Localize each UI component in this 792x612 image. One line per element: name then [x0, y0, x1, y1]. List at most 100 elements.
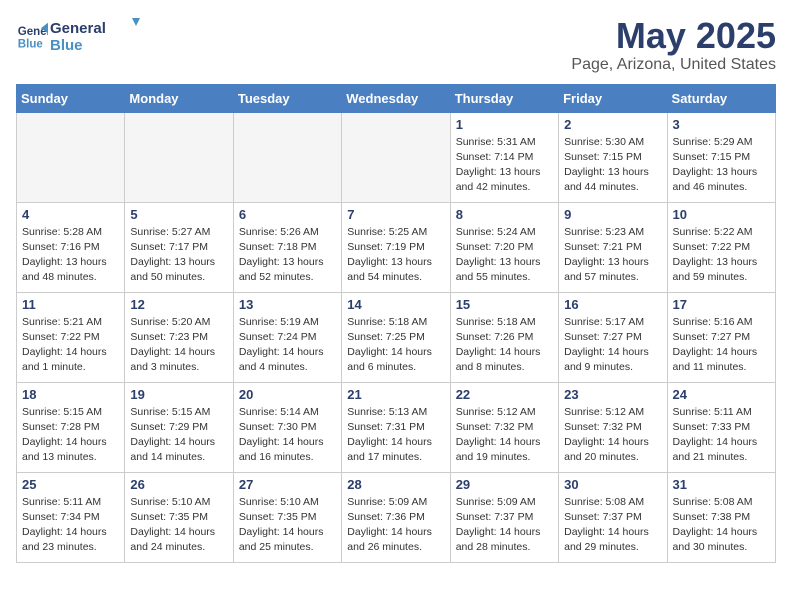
page-header: General Blue General Blue General Blue M… — [16, 16, 776, 74]
calendar-cell: 16 Sunrise: 5:17 AMSunset: 7:27 PMDayligh… — [559, 292, 667, 382]
day-number: 3 — [673, 117, 770, 132]
logo-wordmark: General Blue — [50, 16, 140, 58]
calendar-cell: 2 Sunrise: 5:30 AMSunset: 7:15 PMDaylight… — [559, 112, 667, 202]
calendar-cell: 27 Sunrise: 5:10 AMSunset: 7:35 PMDayligh… — [233, 472, 341, 562]
day-number: 6 — [239, 207, 336, 222]
day-number: 22 — [456, 387, 553, 402]
calendar-cell: 15 Sunrise: 5:18 AMSunset: 7:26 PMDayligh… — [450, 292, 558, 382]
day-info: Sunrise: 5:18 AMSunset: 7:25 PMDaylight:… — [347, 315, 444, 376]
calendar-cell — [233, 112, 341, 202]
calendar-cell: 8Sunrise: 5:24 AMSunset: 7:20 PMDaylight… — [450, 202, 558, 292]
calendar-cell: 29Sunrise: 5:09 AMSunset: 7:37 PMDayligh… — [450, 472, 558, 562]
calendar-cell: 22 Sunrise: 5:12 AMSunset: 7:32 PMDayligh… — [450, 382, 558, 472]
day-number: 7 — [347, 207, 444, 222]
svg-text:Blue: Blue — [18, 39, 44, 51]
day-number: 5 — [130, 207, 227, 222]
calendar-header-row: SundayMondayTuesdayWednesdayThursdayFrid… — [17, 84, 776, 112]
calendar-cell: 18 Sunrise: 5:15 AMSunset: 7:28 PMDayligh… — [17, 382, 125, 472]
day-info: Sunrise: 5:29 AMSunset: 7:15 PMDaylight:… — [673, 135, 770, 196]
day-info: Sunrise: 5:24 AMSunset: 7:20 PMDaylight:… — [456, 225, 553, 286]
day-number: 26 — [130, 477, 227, 492]
calendar-cell: 11 Sunrise: 5:21 AMSunset: 7:22 PMDayligh… — [17, 292, 125, 382]
day-number: 25 — [22, 477, 119, 492]
day-info: Sunrise: 5:20 AMSunset: 7:23 PMDaylight:… — [130, 315, 227, 376]
day-info: Sunrise: 5:09 AMSunset: 7:36 PMDaylight:… — [347, 495, 444, 556]
day-info: Sunrise: 5:16 AMSunset: 7:27 PMDaylight:… — [673, 315, 770, 376]
day-info: Sunrise: 5:30 AMSunset: 7:15 PMDaylight:… — [564, 135, 661, 196]
calendar-cell: 28 Sunrise: 5:09 AMSunset: 7:36 PMDayligh… — [342, 472, 450, 562]
day-number: 12 — [130, 297, 227, 312]
calendar-cell: 31 Sunrise: 5:08 AMSunset: 7:38 PMDayligh… — [667, 472, 775, 562]
calendar-week-1: 1 Sunrise: 5:31 AMSunset: 7:14 PMDaylight… — [17, 112, 776, 202]
calendar-cell: 10Sunrise: 5:22 AMSunset: 7:22 PMDayligh… — [667, 202, 775, 292]
calendar-cell: 12 Sunrise: 5:20 AMSunset: 7:23 PMDayligh… — [125, 292, 233, 382]
day-info: Sunrise: 5:11 AMSunset: 7:34 PMDaylight:… — [22, 495, 119, 556]
calendar-cell: 21Sunrise: 5:13 AMSunset: 7:31 PMDayligh… — [342, 382, 450, 472]
day-info: Sunrise: 5:28 AMSunset: 7:16 PMDaylight:… — [22, 225, 119, 286]
calendar-cell: 6Sunrise: 5:26 AMSunset: 7:18 PMDaylight… — [233, 202, 341, 292]
calendar-cell: 25 Sunrise: 5:11 AMSunset: 7:34 PMDayligh… — [17, 472, 125, 562]
day-info: Sunrise: 5:21 AMSunset: 7:22 PMDaylight:… — [22, 315, 119, 376]
day-info: Sunrise: 5:08 AMSunset: 7:37 PMDaylight:… — [564, 495, 661, 556]
day-number: 1 — [456, 117, 553, 132]
day-info: Sunrise: 5:14 AMSunset: 7:30 PMDaylight:… — [239, 405, 336, 466]
day-number: 28 — [347, 477, 444, 492]
calendar-week-4: 18 Sunrise: 5:15 AMSunset: 7:28 PMDayligh… — [17, 382, 776, 472]
day-info: Sunrise: 5:23 AMSunset: 7:21 PMDaylight:… — [564, 225, 661, 286]
day-info: Sunrise: 5:27 AMSunset: 7:17 PMDaylight:… — [130, 225, 227, 286]
day-number: 11 — [22, 297, 119, 312]
calendar-cell: 1 Sunrise: 5:31 AMSunset: 7:14 PMDaylight… — [450, 112, 558, 202]
calendar-cell: 5 Sunrise: 5:27 AMSunset: 7:17 PMDaylight… — [125, 202, 233, 292]
day-number: 30 — [564, 477, 661, 492]
month-title: May 2025 — [571, 16, 776, 56]
calendar-cell: 30 Sunrise: 5:08 AMSunset: 7:37 PMDayligh… — [559, 472, 667, 562]
day-number: 21 — [347, 387, 444, 402]
day-number: 24 — [673, 387, 770, 402]
calendar-week-2: 4 Sunrise: 5:28 AMSunset: 7:16 PMDaylight… — [17, 202, 776, 292]
svg-text:Blue: Blue — [50, 37, 83, 54]
day-info: Sunrise: 5:10 AMSunset: 7:35 PMDaylight:… — [130, 495, 227, 556]
day-number: 15 — [456, 297, 553, 312]
col-header-monday: Monday — [125, 84, 233, 112]
calendar-cell: 4 Sunrise: 5:28 AMSunset: 7:16 PMDaylight… — [17, 202, 125, 292]
day-number: 17 — [673, 297, 770, 312]
day-info: Sunrise: 5:10 AMSunset: 7:35 PMDaylight:… — [239, 495, 336, 556]
col-header-friday: Friday — [559, 84, 667, 112]
calendar-week-5: 25 Sunrise: 5:11 AMSunset: 7:34 PMDayligh… — [17, 472, 776, 562]
calendar-cell: 23Sunrise: 5:12 AMSunset: 7:32 PMDayligh… — [559, 382, 667, 472]
day-number: 4 — [22, 207, 119, 222]
day-info: Sunrise: 5:08 AMSunset: 7:38 PMDaylight:… — [673, 495, 770, 556]
calendar-cell — [342, 112, 450, 202]
calendar-table: SundayMondayTuesdayWednesdayThursdayFrid… — [16, 84, 776, 563]
calendar-cell: 13 Sunrise: 5:19 AMSunset: 7:24 PMDayligh… — [233, 292, 341, 382]
calendar-cell: 24Sunrise: 5:11 AMSunset: 7:33 PMDayligh… — [667, 382, 775, 472]
day-info: Sunrise: 5:15 AMSunset: 7:28 PMDaylight:… — [22, 405, 119, 466]
calendar-cell — [125, 112, 233, 202]
day-number: 18 — [22, 387, 119, 402]
day-number: 16 — [564, 297, 661, 312]
day-number: 13 — [239, 297, 336, 312]
col-header-wednesday: Wednesday — [342, 84, 450, 112]
day-info: Sunrise: 5:17 AMSunset: 7:27 PMDaylight:… — [564, 315, 661, 376]
location: Page, Arizona, United States — [571, 56, 776, 74]
calendar-cell: 19Sunrise: 5:15 AMSunset: 7:29 PMDayligh… — [125, 382, 233, 472]
col-header-thursday: Thursday — [450, 84, 558, 112]
logo-icon: General Blue — [16, 21, 48, 53]
col-header-saturday: Saturday — [667, 84, 775, 112]
calendar-cell: 14Sunrise: 5:18 AMSunset: 7:25 PMDayligh… — [342, 292, 450, 382]
day-number: 31 — [673, 477, 770, 492]
day-number: 2 — [564, 117, 661, 132]
day-number: 20 — [239, 387, 336, 402]
calendar-cell: 9Sunrise: 5:23 AMSunset: 7:21 PMDaylight… — [559, 202, 667, 292]
day-number: 10 — [673, 207, 770, 222]
day-info: Sunrise: 5:12 AMSunset: 7:32 PMDaylight:… — [456, 405, 553, 466]
day-number: 27 — [239, 477, 336, 492]
day-info: Sunrise: 5:25 AMSunset: 7:19 PMDaylight:… — [347, 225, 444, 286]
calendar-cell: 7 Sunrise: 5:25 AMSunset: 7:19 PMDaylight… — [342, 202, 450, 292]
logo: General Blue General Blue General Blue — [16, 16, 140, 58]
day-info: Sunrise: 5:31 AMSunset: 7:14 PMDaylight:… — [456, 135, 553, 196]
calendar-body: 1 Sunrise: 5:31 AMSunset: 7:14 PMDaylight… — [17, 112, 776, 562]
day-info: Sunrise: 5:19 AMSunset: 7:24 PMDaylight:… — [239, 315, 336, 376]
calendar-cell — [17, 112, 125, 202]
day-info: Sunrise: 5:18 AMSunset: 7:26 PMDaylight:… — [456, 315, 553, 376]
